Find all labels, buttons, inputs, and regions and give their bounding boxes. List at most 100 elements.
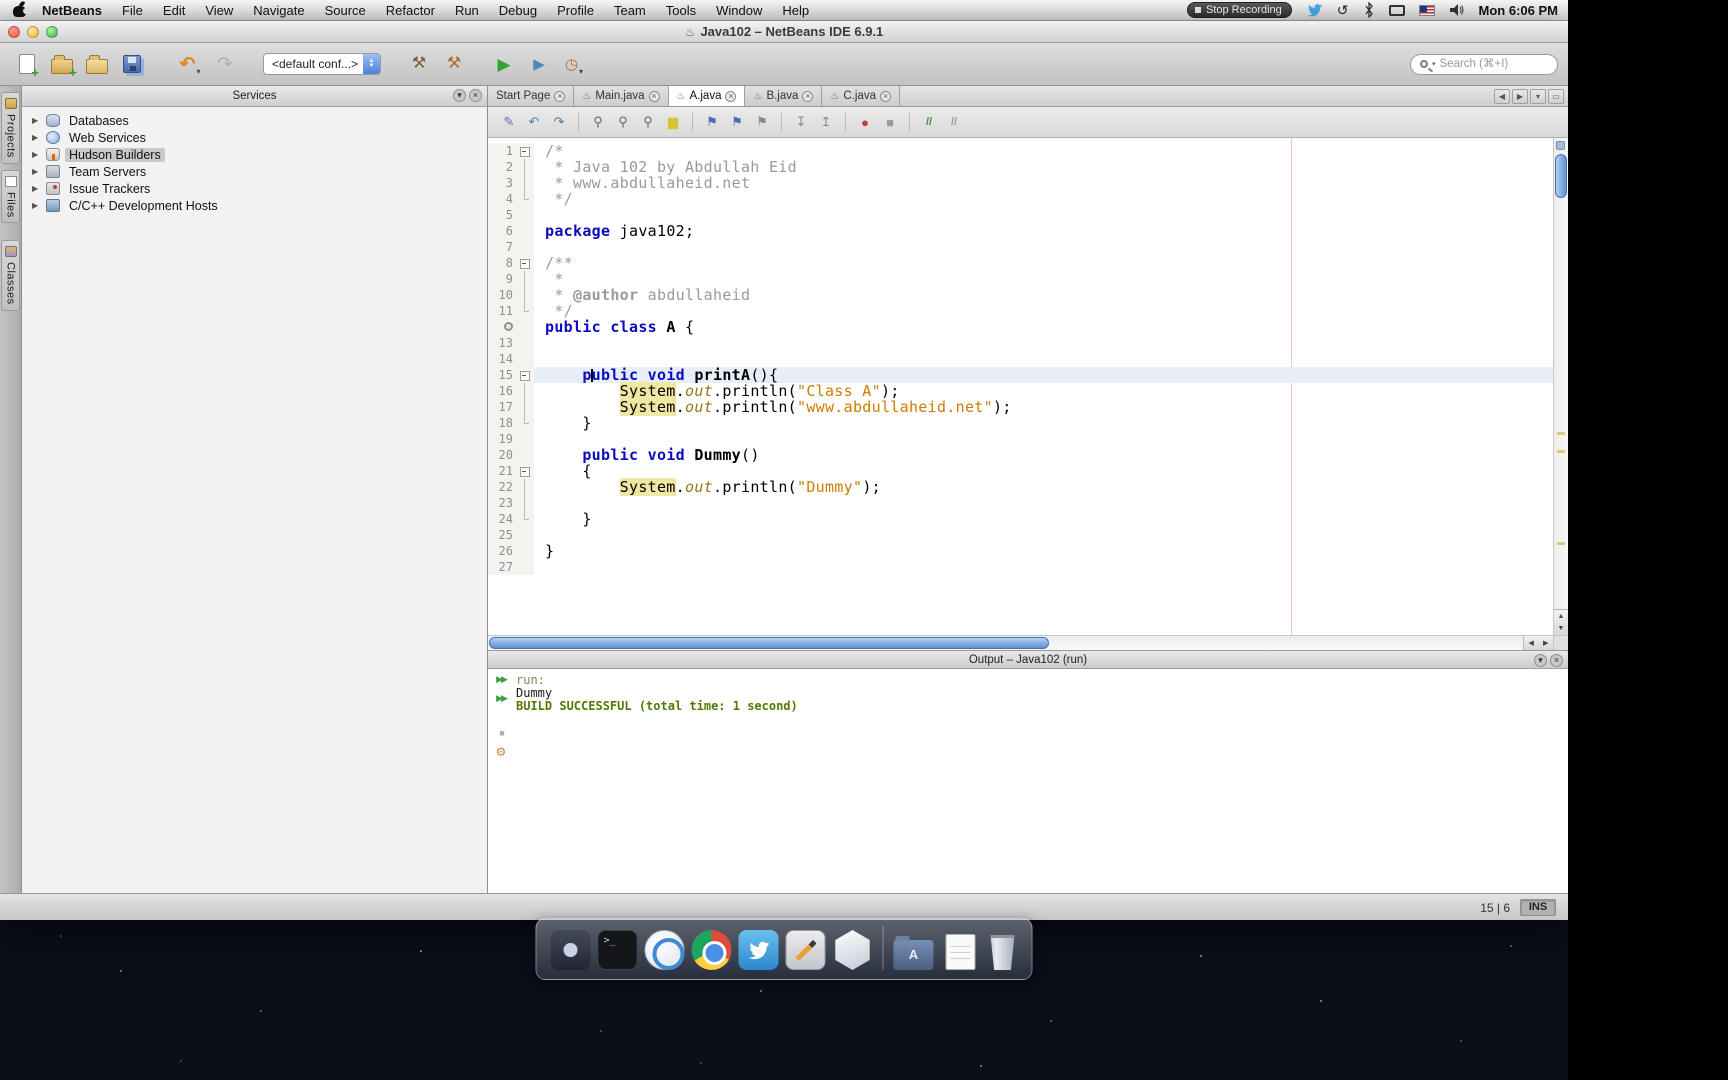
horizontal-scrollbar[interactable]: ◀ ▶: [488, 635, 1553, 650]
close-tab-icon[interactable]: ×: [802, 90, 814, 102]
code-line[interactable]: 14: [488, 351, 1568, 367]
clean-build-button[interactable]: ⚒: [441, 48, 467, 80]
code-line[interactable]: 7: [488, 239, 1568, 255]
us-flag-icon[interactable]: [1418, 4, 1435, 16]
code-line[interactable]: 8 /**: [488, 255, 1568, 271]
previous-bookmark-icon[interactable]: ⚑: [701, 112, 723, 132]
titlebar[interactable]: ♨ Java102 – NetBeans IDE 6.9.1: [0, 21, 1568, 43]
code-line[interactable]: 2 * Java 102 by Abdullah Eid: [488, 159, 1568, 175]
code-line[interactable]: 27: [488, 559, 1568, 575]
code-editor[interactable]: 1/* 2 * Java 102 by Abdullah Eid 3 * www.a…: [488, 138, 1568, 650]
previous-error-icon[interactable]: ↥: [815, 112, 837, 132]
new-file-button[interactable]: [14, 48, 40, 80]
undo-dropdown-icon[interactable]: ▾: [196, 67, 200, 80]
menu-item-edit[interactable]: Edit: [153, 0, 195, 21]
volume-icon[interactable]: [1449, 3, 1465, 17]
expand-arrow-icon[interactable]: ▶: [32, 116, 44, 125]
uncomment-icon[interactable]: //: [943, 112, 965, 132]
expand-arrow-icon[interactable]: ▶: [32, 150, 44, 159]
scroll-up-icon[interactable]: ▲: [1558, 613, 1565, 620]
search-box[interactable]: ▾: [1410, 53, 1558, 75]
services-item[interactable]: ▶ Team Servers: [22, 163, 487, 180]
bluetooth-icon[interactable]: [1363, 2, 1375, 18]
expand-arrow-icon[interactable]: ▶: [32, 133, 44, 142]
code-line[interactable]: 23: [488, 495, 1568, 511]
apple-menu[interactable]: [12, 1, 29, 19]
comment-icon[interactable]: //: [918, 112, 940, 132]
code-line[interactable]: 24 }: [488, 511, 1568, 527]
code-line[interactable]: 26}: [488, 543, 1568, 559]
close-output-icon[interactable]: ×: [1550, 654, 1563, 667]
find-previous-icon[interactable]: ⚲: [637, 112, 659, 132]
editor-tab-main-java[interactable]: ♨ Main.java ×: [574, 86, 669, 106]
close-tab-icon[interactable]: ×: [648, 90, 660, 102]
start-macro-icon[interactable]: ●: [854, 112, 876, 132]
build-button[interactable]: ⚒: [406, 48, 432, 80]
menu-item-profile[interactable]: Profile: [547, 0, 604, 21]
stop-build-icon[interactable]: ■: [491, 726, 511, 740]
open-project-button[interactable]: [84, 48, 110, 80]
ant-settings-icon[interactable]: ⚙: [491, 745, 511, 759]
annotate-icon[interactable]: [785, 930, 826, 970]
debug-button[interactable]: ▶: [526, 48, 552, 80]
tab-list-icon[interactable]: ▾: [1530, 88, 1546, 104]
close-tab-icon[interactable]: ×: [725, 90, 737, 102]
services-item[interactable]: ▶ Databases: [22, 112, 487, 129]
toggle-bookmark-icon[interactable]: ⚑: [751, 112, 773, 132]
undo-button[interactable]: ↶ ▾: [177, 48, 203, 80]
search-dropdown-icon[interactable]: ▾: [1432, 60, 1436, 68]
code-line[interactable]: 18 }: [488, 415, 1568, 431]
editor-tab-a-java[interactable]: ♨ A.java ×: [668, 86, 746, 106]
code-line[interactable]: 11 */: [488, 303, 1568, 319]
photo-booth-icon[interactable]: [550, 930, 591, 970]
rerun-icon[interactable]: ▶▶: [491, 672, 511, 686]
vertical-scroll-thumb[interactable]: [1555, 154, 1567, 198]
new-project-button[interactable]: [49, 48, 77, 80]
minimize-panel-icon[interactable]: ▾: [453, 89, 466, 102]
code-line[interactable]: 1 /*: [488, 143, 1568, 159]
time-machine-icon[interactable]: ↺: [1337, 2, 1349, 19]
menu-item-netbeans[interactable]: NetBeans: [32, 0, 112, 21]
horizontal-scroll-thumb[interactable]: [489, 637, 1049, 649]
rail-tab-files[interactable]: Files: [1, 169, 20, 224]
toggle-highlight-icon[interactable]: ▆: [662, 112, 684, 132]
menu-item-debug[interactable]: Debug: [489, 0, 547, 21]
close-tab-icon[interactable]: ×: [879, 90, 891, 102]
code-line[interactable]: 9 *: [488, 271, 1568, 287]
scroll-left-icon[interactable]: ◀: [1529, 639, 1534, 647]
services-item[interactable]: ▶ Web Services: [22, 129, 487, 146]
insert-mode-badge[interactable]: INS: [1520, 899, 1556, 916]
vertical-scrollbar[interactable]: ▲ ▼: [1553, 138, 1568, 635]
code-line[interactable]: 15 public void printA(){: [488, 367, 1568, 383]
close-window-button[interactable]: [8, 26, 20, 38]
code-line[interactable]: 13: [488, 335, 1568, 351]
fold-gutter[interactable]: [516, 463, 534, 479]
code-line[interactable]: 16 System.out.println("Class A");: [488, 382, 1568, 400]
editor-tab-c-java[interactable]: ♨ C.java ×: [822, 86, 900, 106]
chrome-icon[interactable]: [691, 930, 732, 970]
services-panel-header[interactable]: Services ▾ ×: [22, 86, 487, 107]
expand-arrow-icon[interactable]: ▶: [32, 184, 44, 193]
scroll-tabs-right-icon[interactable]: ▶: [1512, 88, 1528, 104]
menu-item-navigate[interactable]: Navigate: [243, 0, 314, 21]
next-error-icon[interactable]: ↧: [790, 112, 812, 132]
run-button[interactable]: ▶: [491, 48, 517, 80]
code-line[interactable]: 21 {: [488, 463, 1568, 479]
services-item[interactable]: ▶ C/C++ Development Hosts: [22, 197, 487, 214]
twitter-app-icon[interactable]: [738, 930, 779, 970]
display-icon[interactable]: [1388, 4, 1405, 16]
safari-icon[interactable]: [644, 930, 685, 970]
last-edit-icon[interactable]: ✎: [498, 112, 520, 132]
stop-recording-button[interactable]: Stop Recording: [1186, 2, 1292, 18]
find-next-icon[interactable]: ⚲: [612, 112, 634, 132]
code-line[interactable]: 20 public void Dummy(): [488, 447, 1568, 463]
fold-gutter[interactable]: [516, 255, 534, 271]
rerun-debug-icon[interactable]: ▶▶: [491, 691, 511, 705]
rail-tab-projects[interactable]: Projects: [1, 92, 20, 164]
stop-macro-icon[interactable]: ■: [879, 112, 901, 132]
code-line[interactable]: 22 System.out.println("Dummy");: [488, 478, 1568, 496]
profile-dropdown-icon[interactable]: ▾: [579, 67, 583, 80]
forward-icon[interactable]: ↷: [548, 112, 570, 132]
services-item[interactable]: ▶ Issue Trackers: [22, 180, 487, 197]
config-stepper-icon[interactable]: ▲ ▼: [363, 54, 380, 74]
